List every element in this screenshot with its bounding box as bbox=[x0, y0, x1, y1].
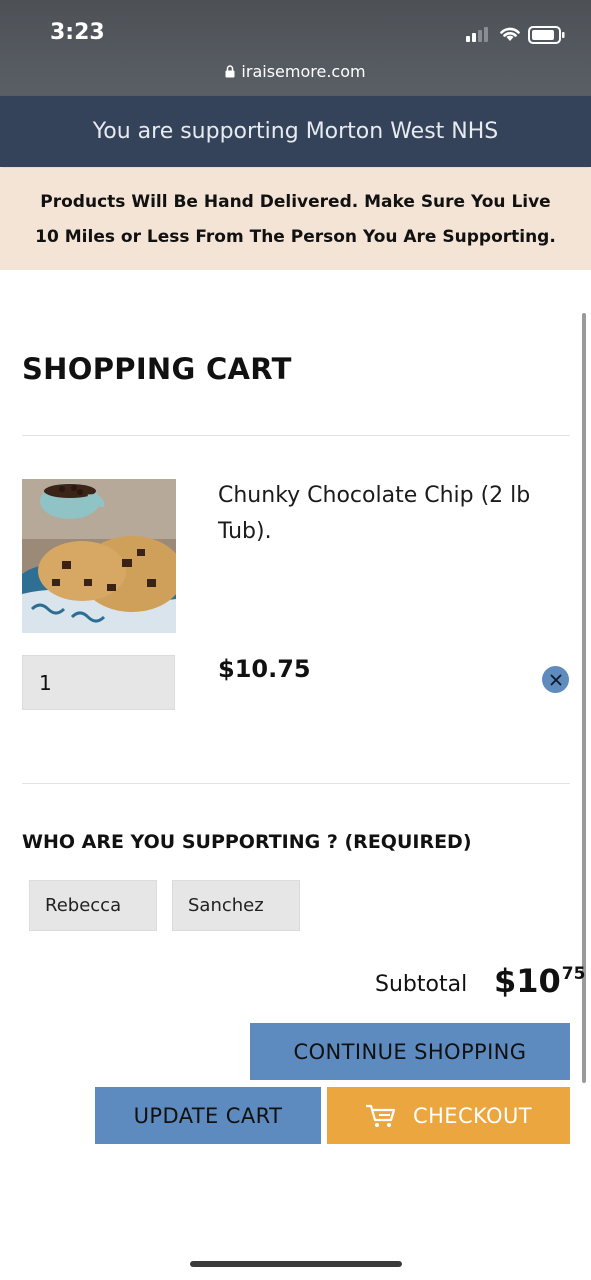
update-cart-label: UPDATE CART bbox=[133, 1103, 283, 1128]
wifi-icon bbox=[500, 27, 520, 41]
continue-shopping-label: CONTINUE SHOPPING bbox=[293, 1039, 527, 1064]
close-icon bbox=[550, 674, 561, 685]
remove-item-button[interactable] bbox=[542, 666, 569, 693]
delivery-notice-line-2: 10 Miles or Less From The Person You Are… bbox=[35, 227, 556, 247]
address-bar[interactable]: iraisemore.com bbox=[0, 62, 591, 81]
page-title: SHOPPING CART bbox=[22, 352, 292, 386]
product-name[interactable]: Chunky Chocolate Chip (2 lb Tub). bbox=[218, 478, 568, 550]
subtotal-cents: 75 bbox=[561, 964, 586, 984]
checkout-button[interactable]: CHECKOUT bbox=[327, 1087, 570, 1144]
browser-chrome: 3:23 iraisemore.com bbox=[0, 0, 591, 96]
product-name-line-2: Tub). bbox=[218, 519, 272, 544]
supporting-banner-text: You are supporting Morton West NHS bbox=[92, 119, 499, 144]
home-indicator[interactable] bbox=[190, 1261, 402, 1267]
quantity-input[interactable]: 1 bbox=[22, 655, 175, 710]
product-image[interactable] bbox=[22, 479, 176, 633]
product-name-line-1: Chunky Chocolate Chip (2 lb bbox=[218, 483, 531, 508]
delivery-notice-line-1: Products Will Be Hand Delivered. Make Su… bbox=[40, 192, 551, 212]
checkout-label: CHECKOUT bbox=[413, 1103, 532, 1128]
continue-shopping-button[interactable]: CONTINUE SHOPPING bbox=[250, 1023, 570, 1080]
subtotal-dollars: $10 bbox=[494, 962, 561, 1000]
last-name-field[interactable]: Sanchez bbox=[172, 880, 300, 931]
shopping-cart-icon bbox=[365, 1104, 397, 1128]
supporting-banner: You are supporting Morton West NHS bbox=[0, 96, 591, 167]
subtotal-amount: $1075 bbox=[494, 962, 585, 1000]
supporting-label: WHO ARE YOU SUPPORTING ? (REQUIRED) bbox=[22, 831, 472, 853]
delivery-notice: Products Will Be Hand Delivered. Make Su… bbox=[0, 168, 591, 270]
lock-icon bbox=[225, 65, 235, 78]
divider bbox=[22, 783, 570, 784]
cookie-photo bbox=[22, 479, 176, 633]
status-time: 3:23 bbox=[50, 20, 105, 45]
cellular-signal-icon bbox=[466, 27, 488, 42]
update-cart-button[interactable]: UPDATE CART bbox=[95, 1087, 321, 1144]
subtotal-label: Subtotal bbox=[375, 972, 468, 997]
battery-icon bbox=[528, 26, 565, 44]
url-text: iraisemore.com bbox=[241, 62, 366, 81]
item-price: $10.75 bbox=[218, 655, 311, 683]
first-name-field[interactable]: Rebecca bbox=[29, 880, 157, 931]
divider bbox=[22, 435, 570, 436]
